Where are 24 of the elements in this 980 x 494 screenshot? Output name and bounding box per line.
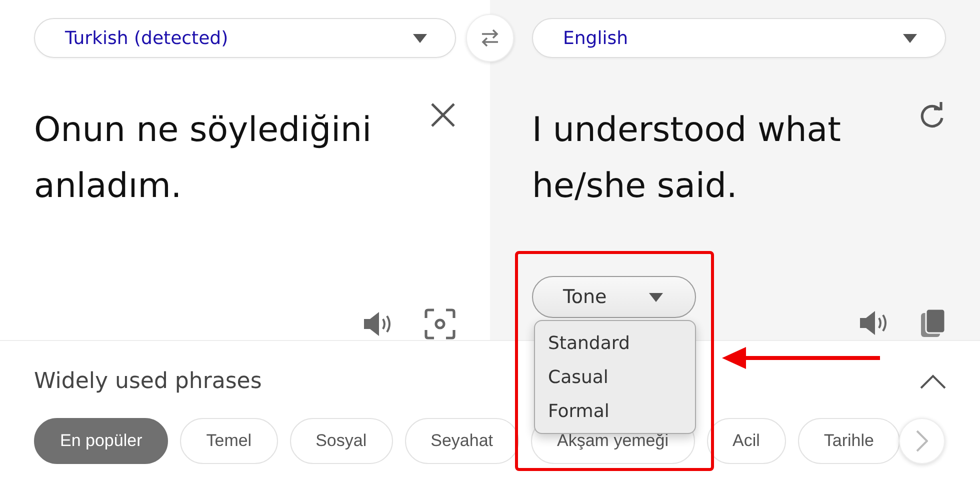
- swap-icon: [480, 28, 500, 48]
- translated-text: I understood what he/she said.: [532, 109, 842, 208]
- caret-icon: [413, 34, 427, 42]
- camera-scan-icon[interactable]: [424, 308, 456, 340]
- category-chip[interactable]: Temel: [180, 418, 278, 464]
- caret-icon: [649, 292, 663, 302]
- tone-option[interactable]: Standard: [535, 327, 695, 361]
- close-icon[interactable]: [430, 102, 456, 128]
- category-chip[interactable]: En popüler: [34, 418, 168, 464]
- copy-icon[interactable]: [920, 308, 946, 338]
- chevron-right-icon: [916, 430, 928, 452]
- caret-icon: [903, 34, 917, 42]
- target-language-select[interactable]: English: [532, 18, 946, 58]
- source-language-select[interactable]: Turkish (detected): [34, 18, 456, 58]
- source-text: Onun ne söylediğini anladım.: [34, 109, 373, 208]
- category-chip[interactable]: Acil: [706, 418, 786, 464]
- category-chip[interactable]: Tarihle: [798, 418, 900, 464]
- category-chip[interactable]: Sosyal: [290, 418, 393, 464]
- tone-option[interactable]: Casual: [535, 361, 695, 395]
- category-chip[interactable]: Seyahat: [404, 418, 520, 464]
- tone-dropdown[interactable]: Tone: [532, 276, 696, 318]
- section-title: Widely used phrases: [34, 369, 262, 394]
- chevron-icon[interactable]: [920, 374, 946, 390]
- refresh-icon[interactable]: [918, 102, 946, 130]
